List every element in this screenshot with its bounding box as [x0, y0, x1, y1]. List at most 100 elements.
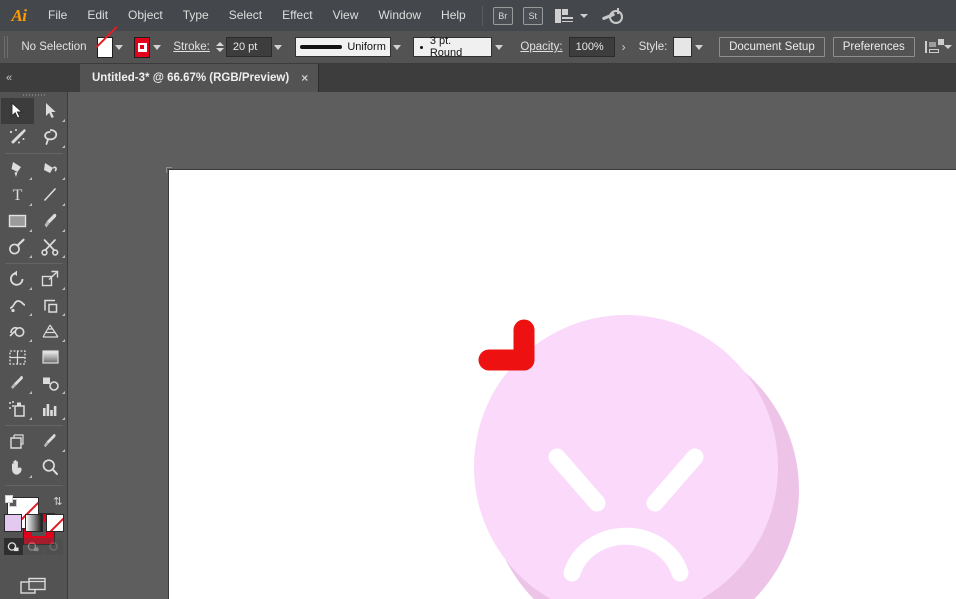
selection-tool[interactable] — [0, 97, 34, 124]
lasso-tool[interactable] — [34, 124, 67, 150]
line-segment-tool[interactable] — [34, 182, 67, 208]
stroke-weight-field[interactable]: 20 pt — [225, 37, 272, 57]
artboard-tool[interactable] — [1, 428, 34, 454]
gradient-tool[interactable] — [34, 344, 67, 370]
control-bar: No Selection Stroke: 20 pt Uniform 3 pt.… — [0, 31, 956, 64]
graphic-style-label: Style: — [638, 41, 668, 53]
gradient-swatch-button[interactable] — [24, 513, 43, 532]
menu-type[interactable]: Type — [173, 0, 219, 31]
default-fill-stroke-icon[interactable] — [4, 494, 18, 508]
opacity-label[interactable]: Opacity: — [514, 41, 568, 53]
menu-bar: Ai File Edit Object Type Select Effect V… — [0, 0, 956, 31]
menu-view[interactable]: View — [323, 0, 369, 31]
svg-text:T: T — [12, 187, 22, 203]
tools-panel: T ⇅ — [0, 92, 68, 599]
stroke-weight-stepper[interactable] — [215, 42, 224, 52]
curvature-tool[interactable] — [34, 156, 67, 182]
blend-tool[interactable] — [34, 370, 67, 396]
shaper-pencil-tool[interactable] — [1, 234, 34, 260]
document-tab[interactable]: Untitled-3* @ 66.67% (RGB/Preview) × — [80, 64, 320, 92]
menu-object[interactable]: Object — [118, 0, 173, 31]
drawing-mode-buttons — [4, 537, 63, 555]
menu-divider — [481, 5, 483, 26]
artboard[interactable] — [169, 170, 956, 599]
draw-inside-mode-button[interactable] — [44, 537, 63, 555]
slice-tool[interactable] — [34, 428, 67, 454]
stroke-weight-chevron-down-icon[interactable] — [272, 37, 285, 58]
document-tab-bar: « Untitled-3* @ 66.67% (RGB/Preview) × — [0, 64, 956, 92]
scale-tool[interactable] — [34, 266, 67, 292]
workspace-switcher-icon[interactable] — [600, 6, 624, 26]
close-icon[interactable]: × — [301, 72, 308, 84]
scissors-tool[interactable] — [34, 234, 67, 260]
draw-normal-mode-button[interactable] — [4, 537, 23, 555]
rotate-tool[interactable] — [1, 266, 34, 292]
panel-collapse-toggle[interactable]: « — [0, 64, 80, 92]
swap-fill-stroke-icon[interactable]: ⇅ — [53, 495, 62, 508]
document-tab-title: Untitled-3* @ 66.67% (RGB/Preview) — [92, 72, 290, 84]
stroke-color-swatch[interactable] — [133, 36, 151, 58]
graphic-style-chevron-down-icon[interactable] — [692, 37, 705, 58]
change-screen-mode-icon[interactable] — [20, 577, 47, 599]
menu-select[interactable]: Select — [219, 0, 272, 31]
stroke-profile-preview-icon — [300, 45, 343, 49]
fill-type-buttons — [3, 513, 64, 532]
red-l-shaped-stroke-path[interactable] — [478, 318, 548, 391]
document-setup-button[interactable]: Document Setup — [719, 37, 825, 57]
menu-help[interactable]: Help — [431, 0, 476, 31]
mesh-tool[interactable] — [1, 344, 34, 370]
width-tool[interactable] — [1, 292, 34, 318]
color-swatch-button[interactable] — [3, 513, 22, 532]
none-swatch-button[interactable] — [45, 513, 64, 532]
graphic-style-swatch[interactable] — [673, 37, 693, 57]
menu-effect[interactable]: Effect — [272, 0, 322, 31]
tools-panel-grip[interactable] — [22, 94, 45, 96]
stroke-profile-select[interactable]: Uniform — [295, 37, 391, 57]
shape-builder-tool[interactable] — [1, 318, 34, 344]
stroke-dropdown-chevron-down-icon[interactable] — [150, 37, 163, 58]
magic-wand-tool[interactable] — [1, 124, 34, 150]
menu-right-cluster: Br St — [489, 6, 630, 26]
control-bar-grip[interactable] — [4, 36, 10, 58]
brush-preview-icon — [419, 45, 423, 49]
brush-definition-select[interactable]: 3 pt. Round — [412, 35, 493, 59]
tools-group-navigation — [1, 428, 67, 480]
menu-file[interactable]: File — [38, 0, 77, 31]
fill-dropdown-chevron-down-icon[interactable] — [113, 37, 126, 58]
menu-window[interactable]: Window — [368, 0, 431, 31]
free-transform-tool[interactable] — [34, 292, 67, 318]
tools-group-selection — [0, 97, 67, 150]
tools-group-transform — [1, 266, 67, 422]
direct-selection-tool[interactable] — [34, 98, 67, 124]
arrange-documents-icon[interactable] — [554, 8, 574, 23]
column-graph-tool[interactable] — [34, 396, 67, 422]
stock-button[interactable]: St — [522, 6, 543, 25]
bridge-button[interactable]: Br — [492, 6, 513, 25]
opacity-more-options-icon[interactable]: › — [615, 40, 633, 54]
brush-definition-chevron-down-icon[interactable] — [492, 37, 505, 58]
zoom-tool[interactable] — [34, 454, 67, 480]
menu-edit[interactable]: Edit — [77, 0, 118, 31]
opacity-field[interactable]: 100% — [568, 37, 615, 57]
hand-tool[interactable] — [1, 454, 34, 480]
perspective-grid-tool[interactable] — [34, 318, 67, 344]
symbol-sprayer-tool[interactable] — [1, 396, 34, 422]
stroke-profile-chevron-down-icon[interactable] — [391, 37, 404, 58]
eyedropper-tool[interactable] — [1, 370, 34, 396]
double-chevron-left-icon: « — [6, 72, 12, 84]
stroke-profile-label: Uniform — [347, 41, 386, 53]
fill-color-swatch[interactable] — [96, 36, 114, 58]
type-tool[interactable]: T — [1, 182, 34, 208]
align-to-selection-icon[interactable] — [924, 38, 944, 56]
rectangle-tool[interactable] — [1, 208, 34, 234]
paintbrush-tool[interactable] — [34, 208, 67, 234]
align-chevron-down-icon[interactable] — [943, 45, 952, 49]
illustrator-window: Ai File Edit Object Type Select Effect V… — [0, 0, 956, 599]
arrange-chevron-down-icon[interactable] — [579, 13, 588, 18]
app-logo-icon: Ai — [11, 5, 27, 25]
preferences-button[interactable]: Preferences — [832, 37, 915, 57]
pen-tool[interactable] — [1, 156, 34, 182]
draw-behind-mode-button[interactable] — [24, 537, 43, 555]
stroke-weight-label[interactable]: Stroke: — [169, 41, 215, 53]
canvas-area[interactable] — [68, 92, 956, 599]
